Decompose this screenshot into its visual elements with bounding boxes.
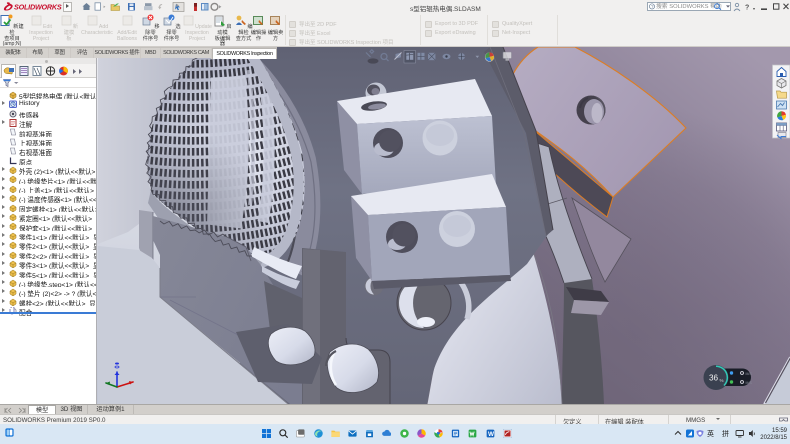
svg-text:M/S: M/S bbox=[746, 372, 753, 376]
svg-text:36: 36 bbox=[709, 374, 719, 383]
svg-text:M/S: M/S bbox=[746, 381, 753, 385]
svg-text:拼: 拼 bbox=[722, 429, 729, 438]
svg-text:W: W bbox=[488, 431, 494, 438]
svg-text:%: % bbox=[720, 378, 724, 383]
svg-text:?: ? bbox=[745, 4, 749, 11]
svg-text:SOLIDWORKS: SOLIDWORKS bbox=[14, 3, 62, 12]
svg-text:英: 英 bbox=[707, 429, 714, 438]
